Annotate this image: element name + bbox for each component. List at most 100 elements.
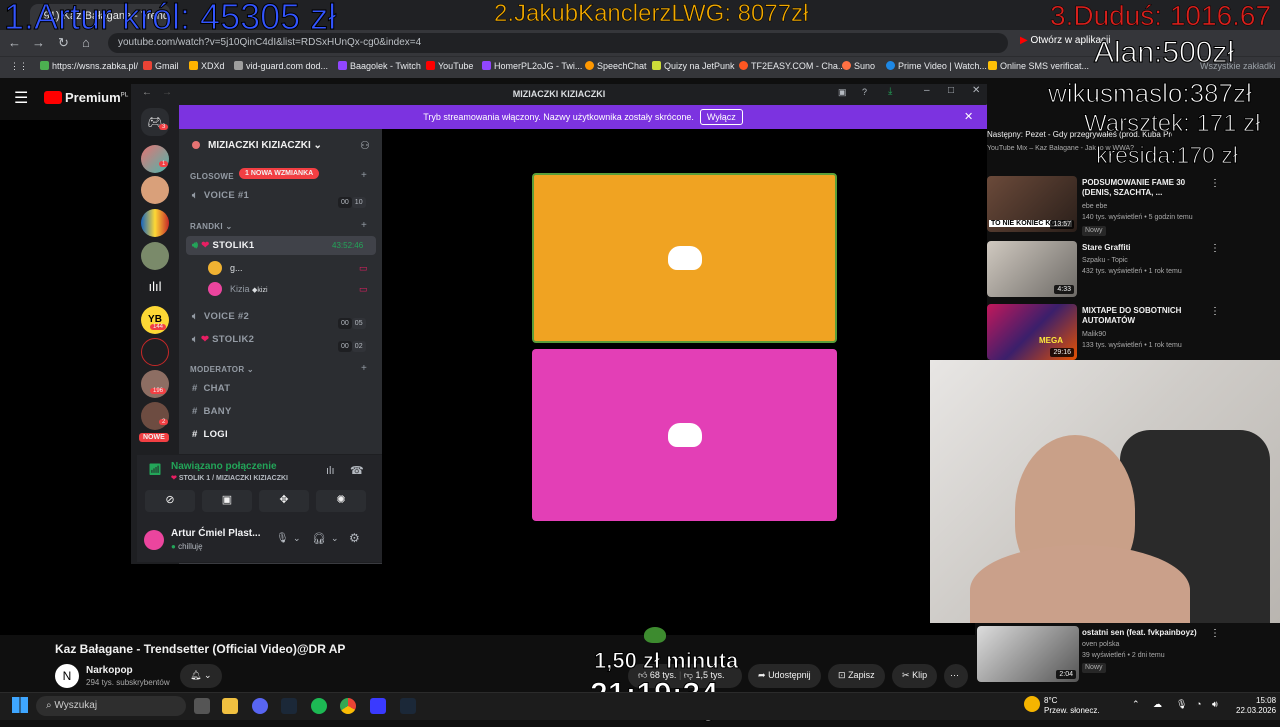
- sidebar-video-channel[interactable]: oven polska: [1082, 640, 1212, 650]
- disconnect-icon[interactable]: ☎: [350, 464, 364, 477]
- close-banner-icon[interactable]: ✕: [964, 110, 973, 123]
- more-options-icon[interactable]: ⋮: [1210, 628, 1220, 639]
- user-avatar[interactable]: [144, 530, 164, 550]
- category-voice[interactable]: GLOSOWE: [190, 172, 234, 181]
- windows-start-icon[interactable]: [12, 697, 28, 713]
- noise-suppression-icon[interactable]: ılı: [326, 465, 335, 477]
- bookmark-item[interactable]: https://wsns.zabka.pl/: [40, 61, 138, 71]
- microphone-icon[interactable]: 🎙︎: [1176, 699, 1187, 710]
- more-actions-button[interactable]: ⋯: [944, 664, 968, 688]
- channel-chat[interactable]: # CHAT: [192, 383, 230, 394]
- connection-channel[interactable]: ❤ STOLIK 1 / MIZIACZKI KIZIACZKI: [171, 474, 288, 482]
- bookmark-item[interactable]: Online SMS verificat...: [988, 61, 1089, 71]
- bookmark-item[interactable]: TF2EASY.COM - Cha...: [739, 61, 845, 71]
- invite-people-icon[interactable]: ⚇: [360, 139, 370, 152]
- server-icon[interactable]: [141, 145, 169, 173]
- share-button[interactable]: ➦ Udostępnij: [748, 664, 821, 688]
- steam-icon[interactable]: [281, 698, 297, 714]
- avatar[interactable]: [208, 261, 222, 275]
- channel-bany[interactable]: # BANY: [192, 406, 232, 417]
- more-options-icon[interactable]: ⋮: [1210, 178, 1220, 189]
- sidebar-video-channel[interactable]: Szpaku - Topic: [1082, 256, 1212, 266]
- soundboard-button[interactable]: ✺: [316, 490, 366, 512]
- bookmark-item[interactable]: Baagolek - Twitch: [338, 61, 421, 71]
- notifications-button[interactable]: 🔔︎ ⌄: [180, 664, 222, 688]
- forward-arrow-icon[interactable]: →: [162, 87, 172, 98]
- wifi-icon[interactable]: ◔: [1196, 699, 1201, 709]
- menu-icon[interactable]: ☰: [14, 88, 28, 108]
- volume-icon[interactable]: 🔊︎: [1212, 699, 1218, 710]
- bookmark-item[interactable]: Prime Video | Watch...: [886, 61, 987, 71]
- sidebar-video-title[interactable]: Stare Graffiti: [1082, 243, 1207, 253]
- chevron-down-icon[interactable]: ⌄: [331, 533, 339, 544]
- cloud-icon[interactable]: ☁: [1153, 699, 1162, 710]
- headphones-icon[interactable]: 🎧︎: [312, 532, 326, 545]
- channel-avatar[interactable]: N: [55, 664, 79, 688]
- server-icon[interactable]: [141, 209, 169, 237]
- channel-name[interactable]: Narkopop: [86, 665, 133, 676]
- bookmark-item[interactable]: SpeechChat: [585, 61, 647, 71]
- member-entry[interactable]: Kizia ◆kizi: [230, 284, 268, 294]
- add-channel-icon[interactable]: +: [361, 170, 367, 181]
- activities-button[interactable]: ✥: [259, 490, 309, 512]
- app-icon[interactable]: [370, 698, 386, 714]
- screen-share-button[interactable]: ▣: [202, 490, 252, 512]
- back-arrow-icon[interactable]: ←: [142, 87, 152, 98]
- server-icon[interactable]: [141, 176, 169, 204]
- direct-messages-icon[interactable]: 🎮︎: [141, 108, 169, 136]
- more-options-icon[interactable]: ⋮: [1210, 243, 1220, 254]
- bookmark-item[interactable]: Quizy na JetPunk: [652, 61, 735, 71]
- video-thumbnail[interactable]: 4:33: [987, 241, 1077, 297]
- sidebar-video-title[interactable]: PODSUMOWANIE FAME 30 (DENIS, SZACHTA, ..…: [1082, 178, 1207, 198]
- server-icon[interactable]: [141, 242, 169, 270]
- user-name[interactable]: Artur Ćmiel Plast...: [171, 528, 260, 539]
- bookmark-item[interactable]: YouTube: [426, 61, 473, 71]
- server-icon[interactable]: ılıl: [141, 273, 169, 301]
- bookmark-item[interactable]: HomerPL2oJG - Twi...: [482, 61, 582, 71]
- spotify-icon[interactable]: [311, 698, 327, 714]
- new-badge[interactable]: NOWE: [139, 433, 169, 442]
- steam-icon[interactable]: [400, 698, 416, 714]
- minimize-icon[interactable]: –: [924, 85, 930, 96]
- microphone-icon[interactable]: 🎙︎: [276, 533, 289, 544]
- download-icon[interactable]: ⤓: [888, 86, 892, 97]
- apps-icon[interactable]: ⋮⋮: [10, 61, 28, 72]
- close-icon[interactable]: ✕: [972, 85, 980, 96]
- help-icon[interactable]: ?: [862, 87, 867, 97]
- sidebar-video-title[interactable]: ostatni sen (feat. fvkpainboyz): [1082, 628, 1207, 638]
- channel-stolik2[interactable]: 🔈︎ ❤ STOLIK2: [192, 334, 254, 345]
- participant-tile[interactable]: [532, 173, 837, 343]
- clip-button[interactable]: ✂ Klip: [892, 664, 938, 688]
- mention-badge[interactable]: 1 NOWA WZMIANKA: [239, 168, 320, 179]
- tray-chevron-icon[interactable]: ⌃: [1132, 699, 1140, 710]
- member-name[interactable]: g...: [230, 263, 243, 273]
- server-icon[interactable]: [141, 402, 169, 430]
- category-mod[interactable]: MODERATOR ⌄: [190, 365, 254, 374]
- file-explorer-icon[interactable]: [222, 698, 238, 714]
- channel-logi[interactable]: # LOGI: [192, 429, 228, 440]
- channel-voice-1[interactable]: 🔈︎ VOICE #1: [192, 190, 249, 201]
- add-channel-icon[interactable]: +: [361, 363, 367, 374]
- discord-icon[interactable]: [252, 698, 268, 714]
- task-view-icon[interactable]: [194, 698, 210, 714]
- server-icon[interactable]: [141, 338, 169, 366]
- video-thumbnail[interactable]: 2:04: [977, 626, 1079, 682]
- chrome-icon[interactable]: [340, 698, 356, 714]
- disable-streamer-mode-button[interactable]: Wyłącz: [699, 109, 743, 125]
- server-name[interactable]: MIZIACZKI KIZIACZKI ⌄: [208, 140, 322, 151]
- bookmark-item[interactable]: Suno: [842, 61, 875, 71]
- video-thumbnail[interactable]: TO NIE KONIEC KONFU 13:57: [987, 176, 1077, 232]
- video-thumbnail[interactable]: MEGA 29:16: [987, 304, 1077, 360]
- sidebar-video-channel[interactable]: Malik90: [1082, 330, 1212, 340]
- bookmark-item[interactable]: Gmail: [143, 61, 179, 71]
- sidebar-video-title[interactable]: MIXTAPE DO SOBOTNICH AUTOMATÓW: [1082, 306, 1207, 326]
- more-options-icon[interactable]: ⋮: [1210, 306, 1220, 317]
- maximize-icon[interactable]: □: [948, 85, 954, 96]
- camera-off-button[interactable]: ⊘: [145, 490, 195, 512]
- taskbar-search[interactable]: ⌕ Wyszukaj: [36, 696, 186, 716]
- save-button[interactable]: ⊡ Zapisz: [828, 664, 885, 688]
- connection-status[interactable]: Nawiązano połączenie: [171, 461, 277, 472]
- avatar[interactable]: [208, 282, 222, 296]
- system-clock[interactable]: 15:08 22.03.2026: [1236, 696, 1276, 716]
- add-channel-icon[interactable]: +: [361, 220, 367, 231]
